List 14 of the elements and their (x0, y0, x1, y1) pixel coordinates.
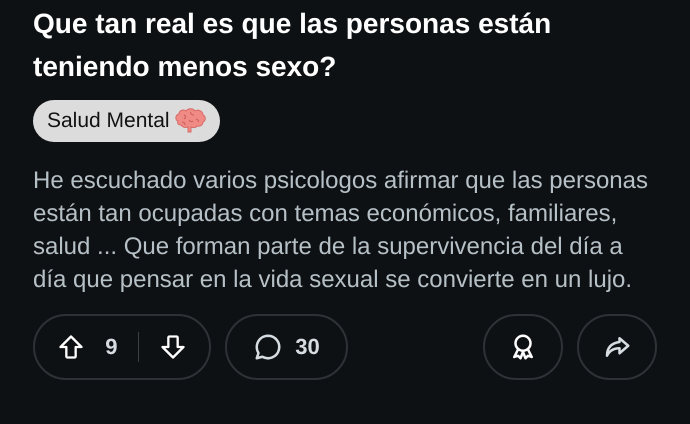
comments-button[interactable]: 30 (225, 314, 348, 380)
post-title: Que tan real es que las personas están teniendo menos sexo? (33, 7, 552, 84)
downvote-button[interactable] (159, 333, 187, 361)
share-button[interactable] (577, 314, 657, 380)
post-body: He escuchado varios psicologos afirmar que las personas están tan ocupadas con temas económicos, familiares, salud ... Que forman parte de la supervivencia del día a día que pensar en la vida sexual se convierte en un lujo. (33, 166, 649, 295)
vote-score: 9 (105, 334, 118, 360)
downvote-icon (159, 333, 187, 361)
flair-tag[interactable]: Salud Mental (33, 100, 220, 142)
upvote-icon (57, 333, 85, 361)
flair-label: Salud Mental (47, 109, 170, 133)
award-button[interactable] (483, 314, 563, 380)
upvote-button[interactable] (57, 333, 85, 361)
comment-icon (253, 332, 284, 362)
brain-icon (174, 108, 206, 134)
